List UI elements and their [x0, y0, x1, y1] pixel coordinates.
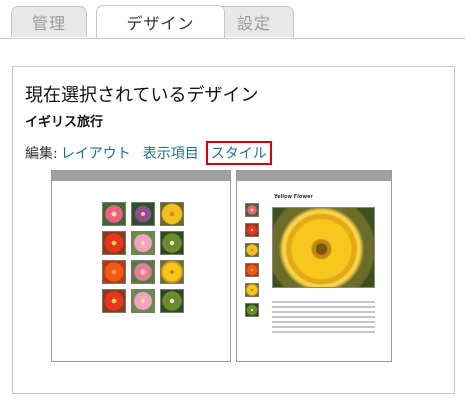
flower-thumbnail — [245, 283, 259, 297]
edit-display-items-link[interactable]: 表示項目 — [143, 143, 199, 163]
tab-settings[interactable]: 設定 — [214, 6, 294, 37]
tab-bar: 管理 設定 デザイン — [0, 0, 465, 39]
detail-layout-preview[interactable]: Yellow Flower — [236, 170, 392, 362]
flower-thumbnail — [245, 263, 259, 277]
photo-title: Yellow Flower — [274, 194, 313, 200]
flower-thumbnail — [102, 260, 126, 284]
flower-thumbnail — [102, 231, 126, 255]
flower-thumbnail — [102, 289, 126, 313]
flower-thumbnail — [131, 289, 155, 313]
edit-links-row: 編集: レイアウト 表示項目 スタイル — [25, 141, 272, 165]
tab-manage[interactable]: 管理 — [11, 6, 87, 37]
side-thumbnail-strip — [245, 203, 259, 323]
flower-thumbnail — [160, 289, 184, 313]
preview-header-bar — [237, 171, 391, 181]
preview-header-bar — [52, 171, 230, 181]
design-name: イギリス旅行 — [25, 115, 104, 130]
edit-label: 編集: — [25, 146, 58, 162]
flower-thumbnail — [245, 203, 259, 217]
flower-thumbnail — [131, 202, 155, 226]
yellow-flower-photo — [272, 207, 375, 288]
edit-layout-link[interactable]: レイアウト — [61, 143, 131, 163]
flower-thumbnail — [160, 231, 184, 255]
flower-thumbnail — [160, 260, 184, 284]
tab-design[interactable]: デザイン — [96, 5, 225, 38]
flower-thumbnail — [131, 260, 155, 284]
tab-divider — [0, 38, 465, 39]
flower-thumbnail — [245, 243, 259, 257]
grid-layout-preview[interactable] — [51, 170, 231, 362]
flower-thumbnail — [131, 231, 155, 255]
photo-description-lines — [272, 301, 375, 336]
photo-grid — [102, 202, 184, 313]
flower-thumbnail — [245, 303, 259, 317]
page-title: 現在選択されているデザイン — [25, 85, 259, 106]
flower-thumbnail — [245, 223, 259, 237]
flower-thumbnail — [160, 202, 184, 226]
edit-style-link[interactable]: スタイル — [205, 141, 272, 165]
current-design-panel: 現在選択されているデザイン イギリス旅行 編集: レイアウト 表示項目 スタイル — [12, 66, 455, 394]
flower-thumbnail — [102, 202, 126, 226]
